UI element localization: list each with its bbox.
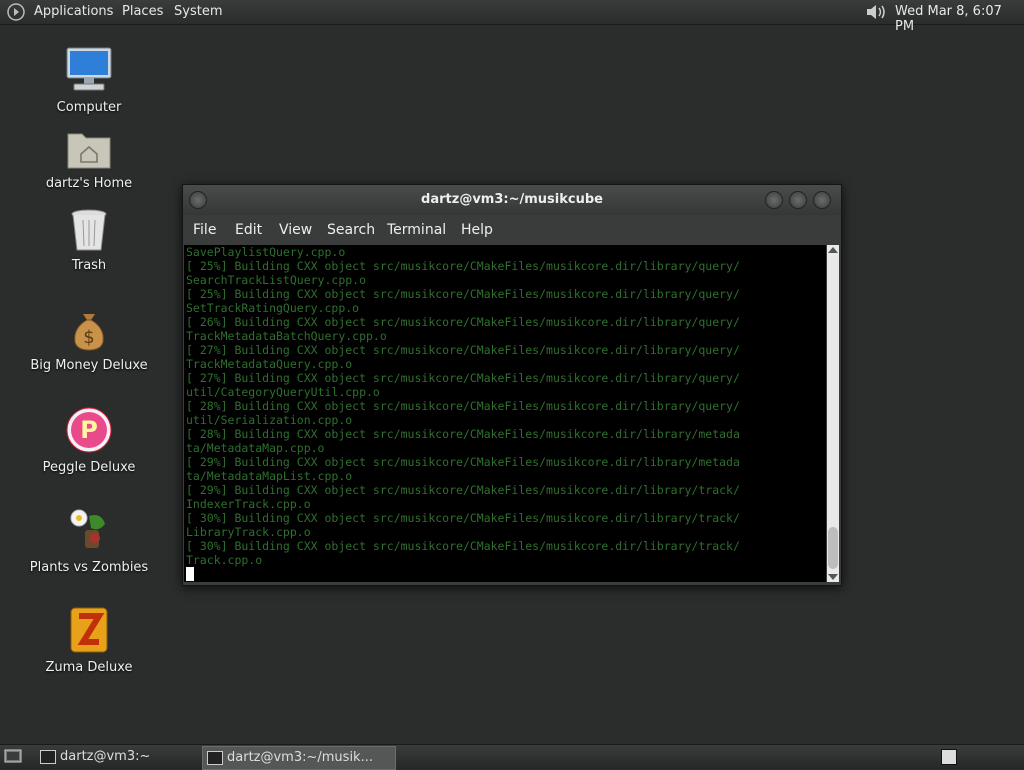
menu-system[interactable]: System [174, 4, 222, 19]
workspace-switcher[interactable] [941, 749, 957, 765]
menu-help[interactable]: Help [461, 222, 493, 238]
volume-icon[interactable] [864, 2, 888, 22]
desktop-icon-zuma[interactable]: Zuma Deluxe [24, 606, 154, 675]
menu-file[interactable]: File [193, 222, 216, 238]
taskbar-item-label: dartz@vm3:~ [60, 749, 151, 764]
distro-logo-icon[interactable] [6, 2, 26, 22]
clock[interactable]: Wed Mar 8, 6:07 PM [895, 4, 1024, 34]
scrollbar-thumb[interactable] [828, 527, 838, 569]
desktop-icon-label: dartz's Home [45, 176, 133, 191]
money-bag-icon: $ [74, 314, 104, 351]
terminal-icon [207, 751, 223, 765]
desktop-icon-label: Trash [71, 258, 107, 273]
bottom-panel: dartz@vm3:~ dartz@vm3:~/musik... [0, 744, 1024, 770]
window-title: dartz@vm3:~/musikcube [421, 192, 603, 207]
svg-text:$: $ [83, 327, 94, 348]
menu-places[interactable]: Places [122, 4, 163, 19]
desktop-icon-trash[interactable]: Trash [24, 208, 154, 273]
zuma-icon [70, 607, 108, 653]
desktop-icon-home[interactable]: dartz's Home [24, 128, 154, 191]
terminal-window[interactable]: dartz@vm3:~/musikcube File Edit View Sea… [182, 184, 842, 586]
taskbar-item-active[interactable]: dartz@vm3:~/musik... [202, 746, 396, 770]
taskbar-item-label: dartz@vm3:~/musik... [227, 750, 373, 765]
scroll-up-arrow-icon[interactable] [828, 247, 838, 253]
desktop-icon-label: Computer [56, 100, 122, 115]
terminal-text: SavePlaylistQuery.cpp.o [ 25%] Building … [186, 245, 740, 567]
terminal-output[interactable]: SavePlaylistQuery.cpp.o [ 25%] Building … [184, 245, 826, 582]
desktop-icon-computer[interactable]: Computer [24, 46, 154, 115]
text-cursor [186, 567, 194, 581]
scroll-down-arrow-icon[interactable] [828, 574, 838, 580]
computer-icon [66, 47, 112, 91]
window-titlebar[interactable]: dartz@vm3:~/musikcube [183, 185, 841, 215]
desktop-icon-label: Peggle Deluxe [42, 460, 136, 475]
desktop-icon-label: Zuma Deluxe [45, 660, 133, 675]
home-folder-icon [67, 133, 111, 169]
scrollbar[interactable] [827, 245, 839, 582]
window-menu-button[interactable] [189, 191, 207, 209]
svg-text:P: P [80, 416, 98, 444]
taskbar-item[interactable]: dartz@vm3:~ [36, 746, 200, 768]
menu-terminal[interactable]: Terminal [387, 222, 446, 238]
minimize-button[interactable] [765, 191, 783, 209]
desktop-icon-label: Big Money Deluxe [30, 358, 148, 373]
peggle-icon: P [66, 407, 112, 453]
show-desktop-icon[interactable] [4, 748, 22, 764]
close-button[interactable] [813, 191, 831, 209]
terminal-menubar: File Edit View Search Terminal Help [183, 215, 841, 245]
terminal-icon [40, 750, 56, 764]
menu-view[interactable]: View [279, 222, 312, 238]
maximize-button[interactable] [789, 191, 807, 209]
desktop-icon-plants-vs-zombies[interactable]: Plants vs Zombies [24, 506, 154, 575]
desktop-icon-label: Plants vs Zombies [29, 560, 149, 575]
menu-edit[interactable]: Edit [235, 222, 262, 238]
desktop-icon-peggle[interactable]: P Peggle Deluxe [24, 406, 154, 475]
plants-vs-zombies-icon [70, 509, 105, 548]
top-panel: Applications Places System Wed Mar 8, 6:… [0, 0, 1024, 34]
trash-icon [71, 209, 107, 251]
menu-search[interactable]: Search [327, 222, 375, 238]
desktop-icon-big-money[interactable]: $ Big Money Deluxe [24, 310, 154, 373]
menu-applications[interactable]: Applications [34, 4, 113, 19]
